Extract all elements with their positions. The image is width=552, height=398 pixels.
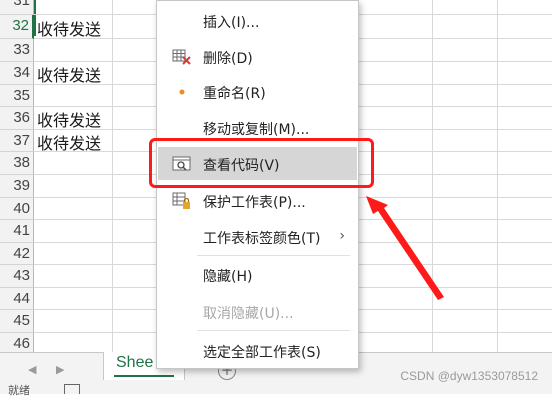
status-text: 就绪 (8, 384, 30, 397)
row-header[interactable]: 37 (0, 130, 34, 152)
chevron-right-icon: › (339, 228, 345, 244)
cell-text[interactable]: 收待发送 (37, 107, 101, 131)
row-header[interactable]: 33 (0, 39, 34, 62)
row-header[interactable]: 42 (0, 243, 34, 265)
menu-item-label: 重命名(R) (203, 86, 266, 102)
cell-text[interactable]: 收待发送 (37, 62, 101, 86)
grid-line (497, 0, 498, 352)
menu-item-tab-color[interactable]: 工作表标签颜色(T) › (158, 220, 357, 253)
row-header[interactable]: 45 (0, 310, 34, 333)
menu-item-label: 隐藏(H) (203, 269, 253, 285)
bullet-icon (172, 83, 192, 101)
cell-text[interactable]: 收待发送 (37, 16, 101, 40)
row-header[interactable]: 32 (0, 15, 34, 39)
row-header[interactable]: 38 (0, 152, 34, 175)
menu-item-label: 取消隐藏(U)... (203, 306, 294, 322)
menu-item-label: 移动或复制(M)... (203, 122, 310, 138)
row-header[interactable]: 44 (0, 288, 34, 310)
row-header[interactable]: 41 (0, 220, 34, 243)
menu-item-insert[interactable]: 插入(I)... (158, 4, 357, 37)
sheet-tab-label: Shee (116, 354, 154, 371)
menu-item-label: 删除(D) (203, 51, 253, 67)
menu-separator (197, 330, 350, 331)
annotation-highlight-box (149, 138, 374, 188)
menu-item-select-all-sheets[interactable]: 选定全部工作表(S) (158, 334, 357, 367)
row-header[interactable]: 35 (0, 85, 34, 107)
row-header[interactable]: 46 (0, 333, 34, 352)
row-header[interactable]: 43 (0, 265, 34, 288)
menu-item-label: 插入(I)... (203, 15, 260, 31)
tab-prev-icon[interactable]: ◀ (28, 363, 36, 376)
tab-next-icon[interactable]: ▶ (56, 363, 64, 376)
row-header[interactable]: 36 (0, 107, 34, 130)
watermark-text: CSDN @dyw1353078512 (400, 369, 538, 383)
row-header[interactable]: 31 (0, 0, 34, 15)
menu-separator (197, 255, 350, 256)
tab-underline (114, 375, 174, 377)
grid-line (112, 0, 113, 352)
menu-item-protect-sheet[interactable]: 保护工作表(P)... (158, 184, 357, 217)
menu-item-label: 选定全部工作表(S) (203, 345, 321, 361)
protect-sheet-icon (172, 192, 192, 210)
menu-item-rename[interactable]: 重命名(R) (158, 75, 357, 108)
menu-item-label: 保护工作表(P)... (203, 195, 306, 211)
menu-item-delete[interactable]: 删除(D) (158, 40, 357, 73)
row-header[interactable]: 40 (0, 198, 34, 220)
selected-cell-marker (34, 0, 36, 36)
menu-item-hide[interactable]: 隐藏(H) (158, 258, 357, 291)
row-header[interactable]: 39 (0, 175, 34, 198)
delete-sheet-icon (172, 48, 192, 66)
grid-line (432, 0, 433, 352)
menu-item-label: 工作表标签颜色(T) (203, 231, 321, 247)
menu-item-unhide: 取消隐藏(U)... (158, 295, 357, 328)
row-header[interactable]: 34 (0, 62, 34, 85)
